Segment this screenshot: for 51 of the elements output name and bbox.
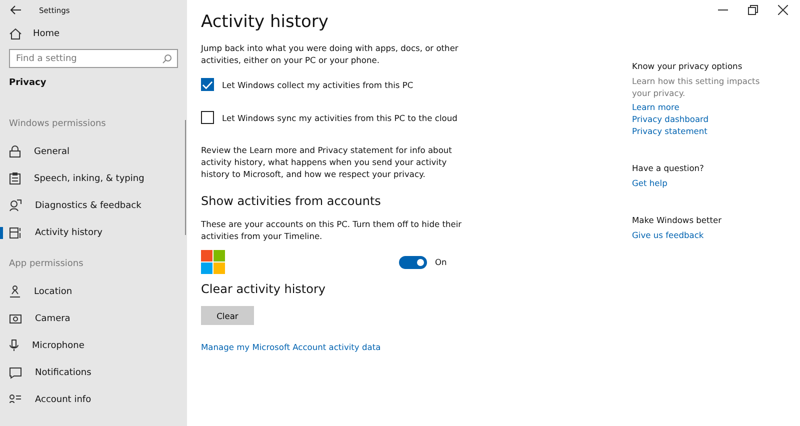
aside-heading: Know your privacy options [632,61,744,71]
nav-item[interactable]: Microphone [0,332,187,359]
aside-link[interactable]: Privacy dashboard [632,113,800,126]
page-title: Activity history [201,12,330,32]
section-heading: Privacy [8,77,48,90]
camera-icon [9,313,22,324]
intro-text: Jump back into what you were doing with apps, docs, or other activities, either on your PC or your phone. [201,42,460,66]
nav-item[interactable]: General [0,138,187,165]
lock-icon [9,145,21,158]
nav-item[interactable]: Location [0,278,187,305]
nav-item[interactable]: Camera [0,305,187,332]
back-icon[interactable] [10,5,22,15]
aside-link[interactable]: Privacy statement [632,125,800,138]
home-link[interactable]: Home [0,20,187,45]
nav-item[interactable]: Activity history [0,219,187,246]
message-icon [9,366,22,378]
clear-button[interactable]: Clear [201,306,254,326]
checkbox[interactable]: Let Windows collect my activities from this PC [201,78,617,92]
timeline-icon [9,226,22,238]
manage-link[interactable]: Manage my Microsoft Account activity data [201,341,617,354]
scrollbar[interactable] [185,120,186,235]
aside-link[interactable]: Learn more [632,101,800,114]
toggle-label: On [435,257,447,268]
nav-item[interactable]: Notifications [0,359,187,386]
aside-text: Learn how this setting impacts your privacy. [632,75,761,100]
clipboard-icon [9,172,21,185]
microphone-icon [9,339,19,352]
group-heading: Windows permissions [8,118,107,131]
review-text: Review the Learn more and Privacy statement for info about activity history, what happens when you send your activity history to Microsoft, and how we respect your privacy. [201,144,453,180]
toggle-switch[interactable] [399,256,427,269]
restore-icon[interactable] [748,5,758,15]
checkbox[interactable]: Let Windows sync my activities from this PC to the cloud [201,111,617,124]
aside-heading: Have a question? [632,163,705,174]
nav-item[interactable]: Diagnostics & feedback [0,192,187,219]
section-heading: Show activities from accounts [201,194,382,208]
search-field[interactable]: Find a setting [9,49,178,68]
people-icon [9,199,22,212]
close-icon[interactable] [778,5,788,15]
group-heading: App permissions [8,258,84,271]
nav-item[interactable]: Speech, inking, & typing [0,165,187,192]
aside-link[interactable]: Give us feedback [632,229,800,242]
contact-card-icon [9,394,22,405]
person-pin-icon [9,285,21,298]
aside-heading: Make Windows better [632,215,723,226]
aside-link[interactable]: Get help [632,177,800,190]
four-squares-logo-icon [201,250,225,274]
home-icon [9,28,22,40]
accounts-text: These are your accounts on this PC. Turn them off to hide their activities from your Timeline. [201,218,463,242]
search-icon [162,54,172,64]
section-heading: Clear activity history [201,282,327,296]
nav-item[interactable]: Account info [0,386,187,413]
